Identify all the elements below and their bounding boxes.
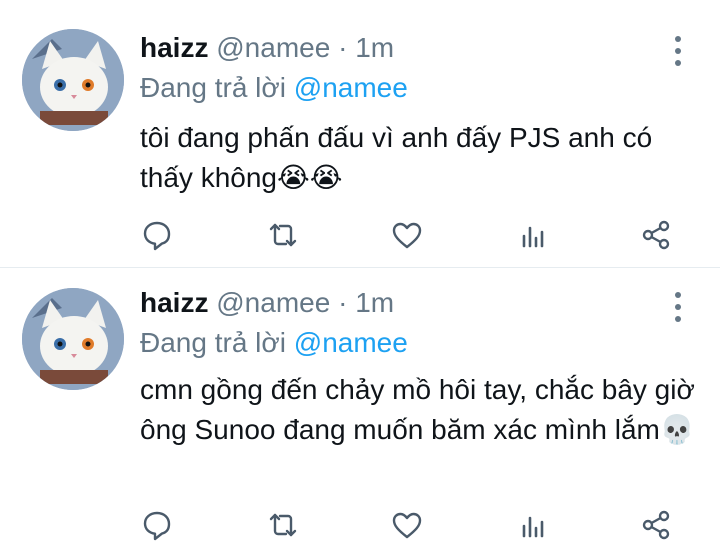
tweet-item[interactable]: haizz @namee · 1m Đang trả lời @namee cm… bbox=[0, 268, 720, 556]
tweet-header: haizz @namee · 1m bbox=[140, 285, 660, 321]
display-name[interactable]: haizz bbox=[140, 32, 208, 63]
action-bar bbox=[140, 218, 685, 252]
tweet-text: tôi đang phấn đấu vì anh đấy PJS anh có … bbox=[140, 118, 700, 198]
reply-context: Đang trả lời @namee bbox=[140, 325, 408, 361]
views-icon[interactable] bbox=[516, 218, 550, 252]
emoji: 😭😭 bbox=[277, 161, 343, 194]
cat-avatar-icon bbox=[22, 288, 124, 390]
reply-prefix: Đang trả lời bbox=[140, 72, 294, 103]
tweet-header: haizz @namee · 1m bbox=[140, 30, 660, 66]
reply-icon[interactable] bbox=[140, 218, 174, 252]
tweet-text-content: cmn gồng đến chảy mồ hôi tay, chắc bây g… bbox=[140, 374, 695, 445]
retweet-icon[interactable] bbox=[266, 218, 300, 252]
cat-avatar-icon bbox=[22, 29, 124, 131]
action-bar bbox=[140, 508, 685, 542]
reply-icon[interactable] bbox=[140, 508, 174, 542]
reply-prefix: Đang trả lời bbox=[140, 327, 294, 358]
separator: · bbox=[330, 32, 356, 63]
display-name[interactable]: haizz bbox=[140, 287, 208, 318]
views-icon[interactable] bbox=[516, 508, 550, 542]
reply-mention-link[interactable]: @namee bbox=[294, 72, 408, 103]
share-icon[interactable] bbox=[639, 218, 673, 252]
retweet-icon[interactable] bbox=[266, 508, 300, 542]
tweet-text-content: tôi đang phấn đấu vì anh đấy PJS anh có … bbox=[140, 122, 653, 193]
more-options-icon[interactable] bbox=[668, 292, 688, 322]
timestamp[interactable]: 1m bbox=[355, 32, 394, 63]
share-icon[interactable] bbox=[639, 508, 673, 542]
handle[interactable]: @namee bbox=[216, 287, 330, 318]
tweet-item[interactable]: haizz @namee · 1m Đang trả lời @namee tô… bbox=[0, 0, 720, 268]
reply-context: Đang trả lời @namee bbox=[140, 70, 408, 106]
more-options-icon[interactable] bbox=[668, 36, 688, 66]
separator: · bbox=[330, 287, 356, 318]
like-icon[interactable] bbox=[390, 508, 424, 542]
timestamp[interactable]: 1m bbox=[355, 287, 394, 318]
like-icon[interactable] bbox=[390, 218, 424, 252]
tweet-text: cmn gồng đến chảy mồ hôi tay, chắc bây g… bbox=[140, 370, 700, 450]
emoji: 💀 bbox=[659, 413, 695, 446]
avatar[interactable] bbox=[22, 29, 124, 131]
avatar[interactable] bbox=[22, 288, 124, 390]
reply-mention-link[interactable]: @namee bbox=[294, 327, 408, 358]
handle[interactable]: @namee bbox=[216, 32, 330, 63]
